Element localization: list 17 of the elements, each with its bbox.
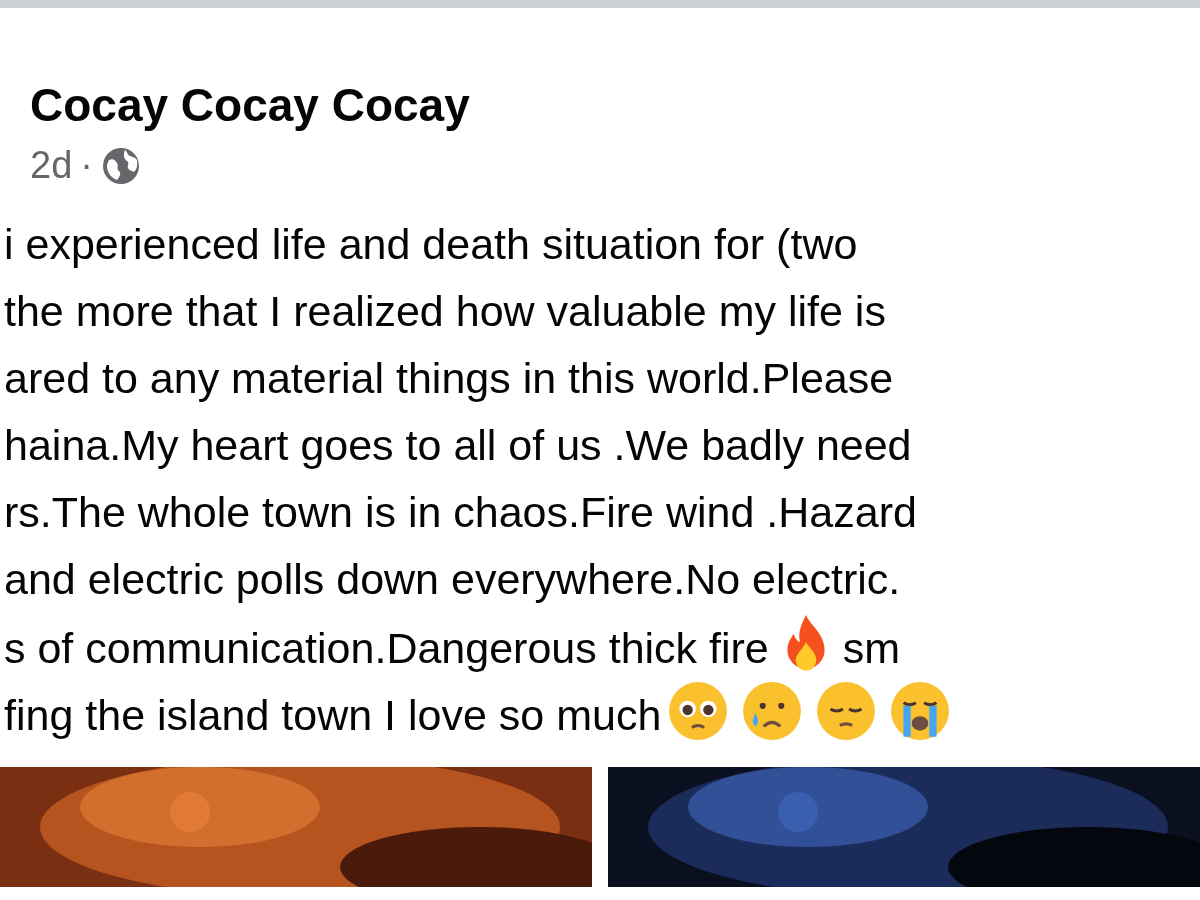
separator-dot: · bbox=[80, 143, 93, 189]
author-name[interactable]: Cocay Cocay Cocay bbox=[30, 78, 1200, 134]
post-text-line: ared to any material things in this world.Please bbox=[4, 353, 894, 402]
sobbing-face-icon bbox=[889, 679, 952, 742]
pensive-face-icon bbox=[815, 679, 878, 742]
post-text-line: sm bbox=[842, 623, 901, 672]
post-text-line: s of communication.Dangerous thick fire bbox=[4, 623, 769, 672]
post-text-line: fing the island town I love so much bbox=[4, 690, 662, 739]
post-text-line: rs.The whole town is in chaos.Fire wind .Hazard bbox=[4, 487, 917, 536]
post-text-line: haina.My heart goes to all of us .We badly need bbox=[4, 420, 912, 469]
post-time: 2d bbox=[30, 143, 73, 189]
crying-face-icon bbox=[741, 679, 804, 742]
teary-face-icon bbox=[667, 679, 730, 742]
post-text-line: and electric polls down everywhere.No electric. bbox=[4, 554, 901, 603]
post-text-line: the more that I realized how valuable my life is bbox=[4, 286, 886, 335]
globe-icon bbox=[100, 146, 141, 186]
post-text-line: i experienced life and death situation for (two bbox=[4, 219, 858, 268]
